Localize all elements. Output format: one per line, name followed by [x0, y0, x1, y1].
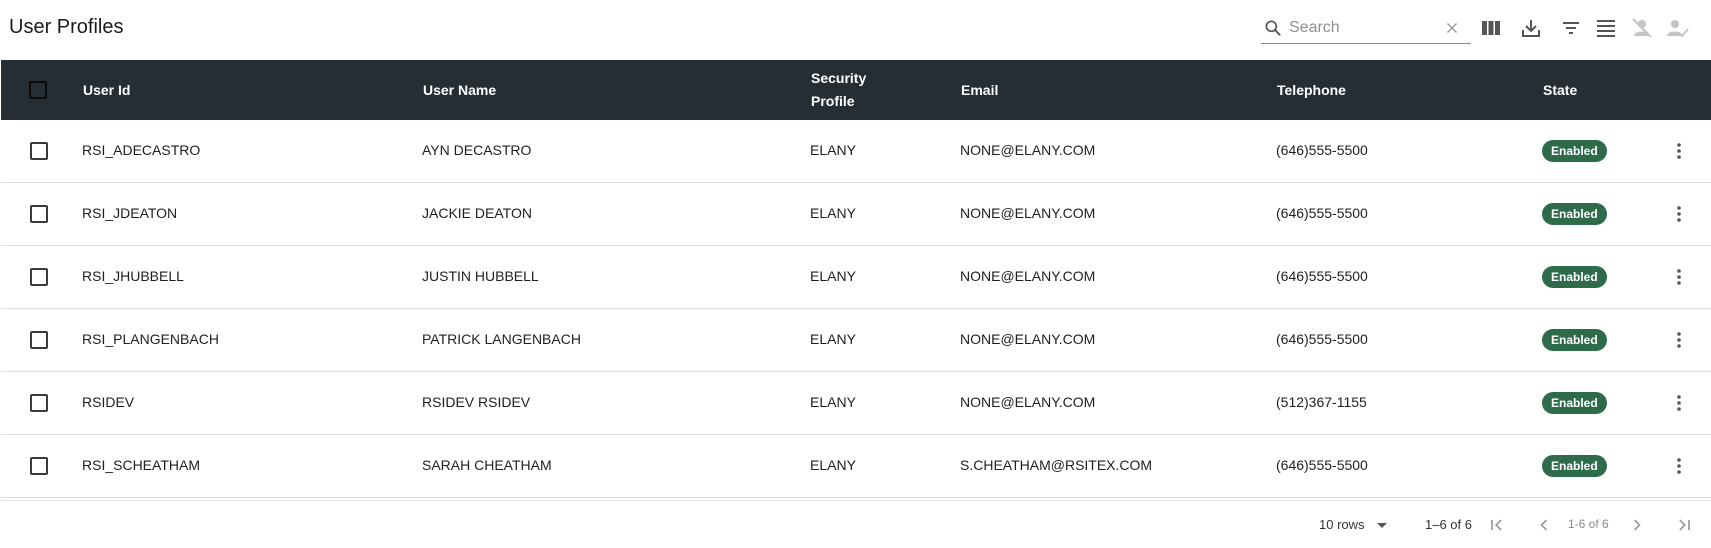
cell-user-name: AYN DECASTRO	[422, 142, 532, 158]
density-icon[interactable]	[1594, 16, 1618, 40]
cell-security-profile: ELANY	[810, 457, 856, 473]
search-icon	[1265, 20, 1281, 36]
column-header-user-name[interactable]: User Name	[423, 79, 496, 102]
table-row[interactable]: RSI_JHUBBELL JUSTIN HUBBELL ELANY NONE@ELAN…	[1, 246, 1711, 309]
security-header-line1: Security	[811, 70, 867, 86]
rows-per-page-label: 10 rows	[1319, 517, 1365, 532]
search-input[interactable]	[1289, 17, 1439, 39]
cell-user-id: RSI_SCHEATHAM	[82, 457, 200, 473]
table-body: RSI_ADECASTRO AYN DECASTRO ELANY NONE@ELANY…	[1, 120, 1711, 498]
cell-email: NONE@ELANY.COM	[960, 394, 1096, 410]
download-icon[interactable]	[1519, 16, 1543, 40]
search-box	[1261, 12, 1471, 44]
table-row[interactable]: RSI_PLANGENBACH PATRICK LANGENBACH ELANY NO…	[1, 309, 1711, 372]
row-checkbox[interactable]	[30, 457, 48, 475]
cell-user-name: JUSTIN HUBBELL	[422, 268, 539, 284]
cell-user-id: RSIDEV	[82, 394, 135, 410]
columns-icon[interactable]	[1479, 16, 1503, 40]
row-checkbox[interactable]	[30, 331, 48, 349]
column-header-state[interactable]: State	[1543, 79, 1577, 102]
next-page-icon[interactable]	[1627, 515, 1647, 535]
cell-telephone: (646)555-5500	[1276, 331, 1368, 347]
cell-user-name: SARAH CHEATHAM	[422, 457, 552, 473]
cell-telephone: (646)555-5500	[1276, 205, 1368, 221]
filter-icon[interactable]	[1559, 16, 1583, 40]
pagination-range: 1–6 of 6	[1425, 517, 1472, 532]
table-header: User Id User Name Security Profile Email…	[1, 60, 1711, 120]
cell-user-id: RSI_ADECASTRO	[82, 142, 201, 158]
disable-user-icon[interactable]	[1630, 16, 1654, 40]
cell-telephone: (646)555-5500	[1276, 268, 1368, 284]
row-actions-menu-icon[interactable]	[1667, 265, 1691, 289]
row-actions-menu-icon[interactable]	[1667, 139, 1691, 163]
cell-user-name: RSIDEV RSIDEV	[422, 394, 531, 410]
cell-telephone: (512)367-1155	[1276, 394, 1367, 410]
cell-email: S.CHEATHAM@RSITEX.COM	[960, 457, 1153, 473]
table-row[interactable]: RSI_SCHEATHAM SARAH CHEATHAM ELANY S.CHEATH…	[1, 435, 1711, 498]
status-badge: Enabled	[1542, 329, 1607, 351]
cell-email: NONE@ELANY.COM	[960, 268, 1096, 284]
row-checkbox[interactable]	[30, 205, 48, 223]
cell-security-profile: ELANY	[810, 205, 856, 221]
select-all-checkbox[interactable]	[29, 81, 47, 99]
cell-email: NONE@ELANY.COM	[960, 331, 1096, 347]
status-badge: Enabled	[1542, 455, 1607, 477]
cell-telephone: (646)555-5500	[1276, 142, 1368, 158]
cell-user-id: RSI_JDEATON	[82, 205, 178, 221]
clear-search-icon[interactable]	[1443, 19, 1461, 37]
first-page-icon[interactable]	[1487, 515, 1507, 535]
column-header-security-profile[interactable]: Security Profile	[811, 67, 866, 113]
row-checkbox[interactable]	[30, 268, 48, 286]
cell-user-name: PATRICK LANGENBACH	[422, 331, 581, 347]
cell-email: NONE@ELANY.COM	[960, 205, 1096, 221]
column-header-user-id[interactable]: User Id	[83, 79, 130, 102]
cell-user-id: RSI_PLANGENBACH	[82, 331, 219, 347]
pagination-page-info: 1-6 of 6	[1568, 517, 1609, 531]
rows-per-page-select[interactable]: 10 rows	[1319, 517, 1387, 532]
cell-security-profile: ELANY	[810, 142, 856, 158]
row-actions-menu-icon[interactable]	[1667, 454, 1691, 478]
row-checkbox[interactable]	[30, 394, 48, 412]
enable-user-icon[interactable]	[1665, 16, 1689, 40]
cell-security-profile: ELANY	[810, 268, 856, 284]
previous-page-icon[interactable]	[1534, 515, 1554, 535]
table-footer: 10 rows 1–6 of 6 1-6 of 6	[0, 500, 1711, 548]
cell-user-id: RSI_JHUBBELL	[82, 268, 184, 284]
status-badge: Enabled	[1542, 392, 1607, 414]
status-badge: Enabled	[1542, 266, 1607, 288]
table-row[interactable]: RSI_JDEATON JACKIE DEATON ELANY NONE@ELANY.…	[1, 183, 1711, 246]
cell-email: NONE@ELANY.COM	[960, 142, 1096, 158]
row-actions-menu-icon[interactable]	[1667, 202, 1691, 226]
caret-down-icon	[1376, 523, 1387, 529]
column-header-email[interactable]: Email	[961, 79, 998, 102]
cell-security-profile: ELANY	[810, 331, 856, 347]
page-title: User Profiles	[9, 16, 124, 38]
row-actions-menu-icon[interactable]	[1667, 391, 1691, 415]
table-row[interactable]: RSI_ADECASTRO AYN DECASTRO ELANY NONE@ELANY…	[1, 120, 1711, 183]
cell-security-profile: ELANY	[810, 394, 856, 410]
last-page-icon[interactable]	[1674, 515, 1694, 535]
row-checkbox[interactable]	[30, 142, 48, 160]
table-row[interactable]: RSIDEV RSIDEV RSIDEV ELANY NONE@ELANY.COM (5…	[1, 372, 1711, 435]
row-actions-menu-icon[interactable]	[1667, 328, 1691, 352]
top-bar: User Profiles	[0, 0, 1711, 60]
status-badge: Enabled	[1542, 140, 1607, 162]
column-header-telephone[interactable]: Telephone	[1277, 79, 1346, 102]
user-profiles-table: User Id User Name Security Profile Email…	[1, 60, 1711, 498]
security-header-line2: Profile	[811, 93, 855, 109]
cell-telephone: (646)555-5500	[1276, 457, 1368, 473]
status-badge: Enabled	[1542, 203, 1607, 225]
cell-user-name: JACKIE DEATON	[422, 205, 532, 221]
